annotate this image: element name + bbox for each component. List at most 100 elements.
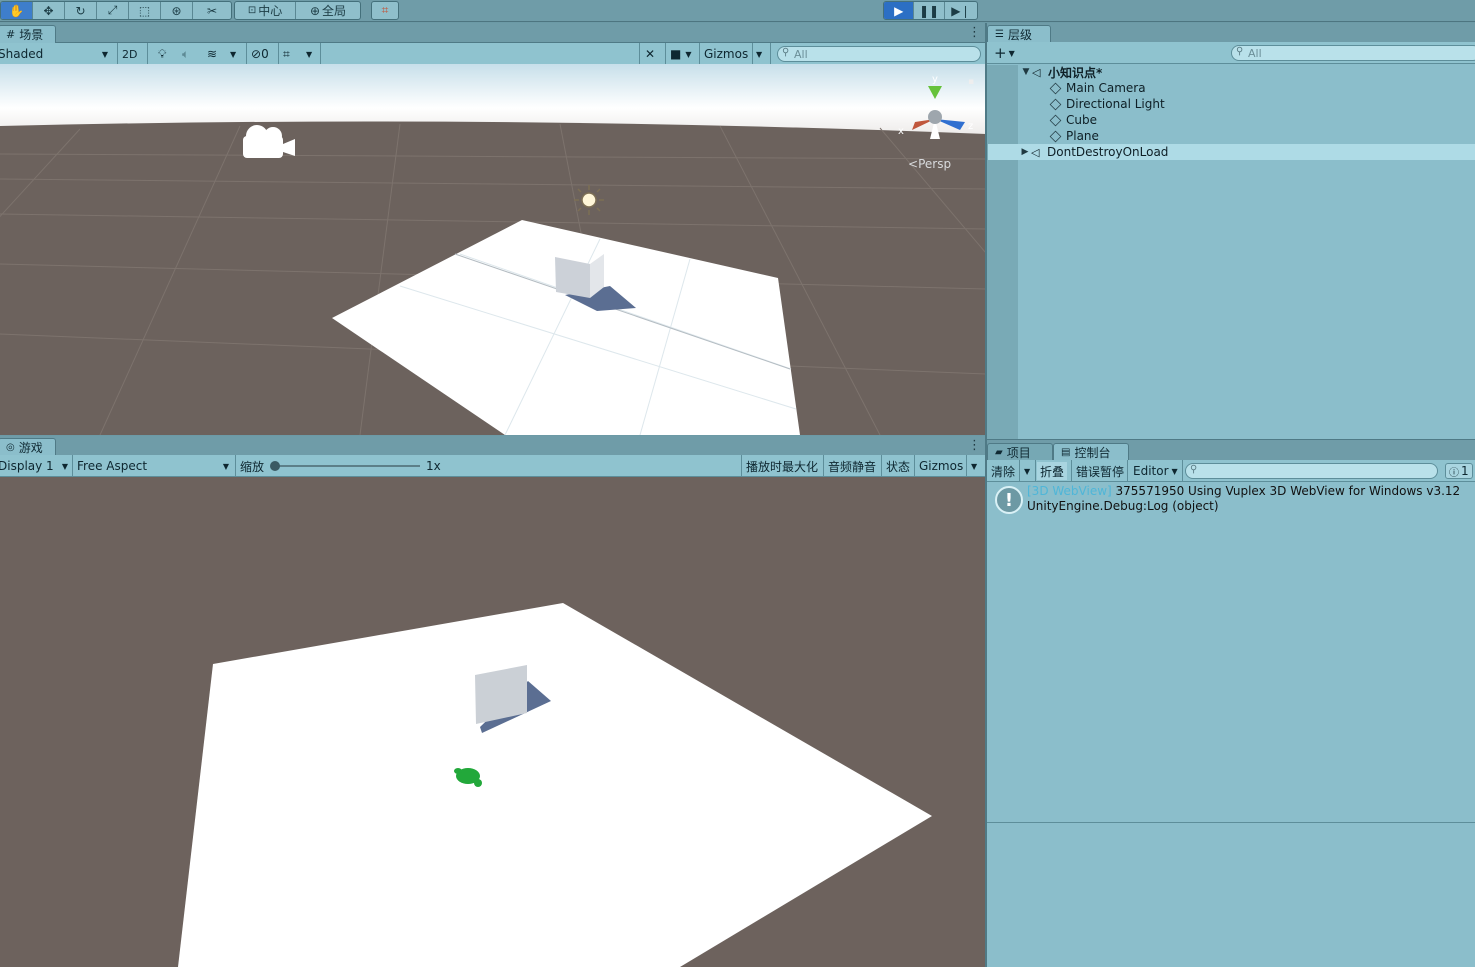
collapsed-arrow-icon[interactable]: ▶ bbox=[1019, 147, 1031, 157]
chevron-down-icon: ▼ bbox=[101, 49, 108, 59]
console-panel: ▰ 项目 ▤ 控制台 清除 ▼ 折叠 错误暂停 Editor▼ ⓘ1 ! [3D… bbox=[987, 439, 1475, 967]
play-icon[interactable]: ▶ bbox=[884, 2, 915, 19]
display-dropdown[interactable]: Display 1 ▼ bbox=[0, 457, 71, 475]
shading-mode-dropdown[interactable]: Shaded ▼ bbox=[0, 45, 112, 63]
console-icon: ▤ bbox=[1061, 447, 1071, 458]
grid-toggle-icon[interactable]: ⌗ bbox=[283, 45, 290, 63]
hand-tool-icon[interactable]: ✋ bbox=[1, 2, 33, 19]
pivot-center-button[interactable]: ⊡ 中心 bbox=[235, 2, 297, 19]
game-viewport[interactable] bbox=[0, 477, 986, 967]
effects-dropdown-icon[interactable]: ▼ bbox=[230, 45, 236, 63]
hierarchy-scene-row[interactable]: ▼ ◁ 小知识点* bbox=[988, 64, 1475, 80]
aspect-dropdown[interactable]: Free Aspect ▼ bbox=[77, 457, 232, 475]
camera-settings-icon[interactable]: ■ ▼ bbox=[670, 45, 692, 63]
log-stacktrace: UnityEngine.Debug:Log (object) bbox=[1027, 499, 1219, 513]
gamepad-icon: ◎ bbox=[6, 442, 15, 453]
gameobject-icon bbox=[1049, 82, 1062, 94]
gameobject-icon bbox=[1049, 130, 1062, 142]
info-count-toggle[interactable]: ⓘ 1 bbox=[1445, 463, 1473, 479]
svg-text:y: y bbox=[932, 74, 938, 85]
console-log-entry[interactable]: ! [3D WebView] 375571950 Using Vuplex 3D… bbox=[987, 483, 1475, 515]
rect-tool-icon[interactable]: ⬚ bbox=[129, 2, 161, 19]
console-detail-divider[interactable] bbox=[987, 822, 1475, 823]
game-panel-header: ◎ 游戏 ⋮ Display 1 ▼ Free Aspect ▼ 缩放 1x 播… bbox=[0, 436, 986, 478]
grid-dropdown-icon[interactable]: ▼ bbox=[306, 45, 312, 63]
gizmos-dropdown[interactable]: Gizmos bbox=[704, 45, 748, 63]
hierarchy-tabbar: ☰ 层级 bbox=[987, 23, 1475, 43]
hierarchy-item-directional-light[interactable]: Directional Light bbox=[988, 96, 1475, 112]
tab-project[interactable]: ▰ 项目 bbox=[987, 443, 1053, 461]
hierarchy-toolbar: +▼ All bbox=[987, 42, 1475, 64]
lock-icon[interactable]: ▪ bbox=[968, 77, 974, 87]
expanded-arrow-icon[interactable]: ▼ bbox=[1020, 67, 1032, 77]
toggle-2d-button[interactable]: 2D bbox=[122, 45, 137, 63]
global-local-button[interactable]: ⊕ 全局 bbox=[296, 2, 360, 19]
game-toolbar: Display 1 ▼ Free Aspect ▼ 缩放 1x 播放时最大化 音… bbox=[0, 455, 986, 477]
list-icon: ☰ bbox=[995, 29, 1004, 40]
scale-slider-thumb[interactable] bbox=[270, 461, 280, 471]
audio-toggle-icon[interactable]: 🔈︎ bbox=[182, 45, 189, 63]
svg-text:z: z bbox=[968, 121, 973, 132]
pause-icon[interactable]: ❚❚ bbox=[914, 2, 945, 19]
scene-tabbar: # 场景 ⋮ bbox=[0, 23, 986, 43]
error-pause-toggle[interactable]: 错误暂停 bbox=[1076, 462, 1124, 480]
add-icon[interactable]: + ▼ bbox=[994, 44, 1015, 62]
persp-label[interactable]: <Persp bbox=[908, 157, 951, 171]
pivot-toggles: ⊡ 中心 ⊕ 全局 bbox=[234, 1, 361, 20]
hierarchy-ddol-row[interactable]: ▶ ◁ DontDestroyOnLoad bbox=[988, 144, 1475, 160]
mute-audio-toggle[interactable]: 音频静音 bbox=[828, 457, 876, 475]
console-search-input[interactable] bbox=[1185, 463, 1438, 479]
clear-options-icon[interactable]: ▼ bbox=[1024, 462, 1030, 480]
game-gizmos-dropdown[interactable]: Gizmos bbox=[919, 457, 963, 475]
rotate-tool-icon[interactable]: ↻ bbox=[65, 2, 97, 19]
game-menu-icon[interactable]: ⋮ bbox=[968, 438, 981, 453]
tab-console[interactable]: ▤ 控制台 bbox=[1053, 443, 1129, 461]
scale-slider[interactable] bbox=[272, 465, 420, 467]
lighting-toggle-icon[interactable]: 💡︎ bbox=[158, 45, 166, 63]
log-message: [3D WebView] 375571950 Using Vuplex 3D W… bbox=[1027, 484, 1461, 498]
svg-text:x: x bbox=[898, 126, 904, 137]
scale-tool-icon[interactable]: ⤢ bbox=[97, 2, 129, 19]
playmode-controls: ▶ ❚❚ ▶❘ bbox=[883, 1, 978, 20]
grid-icon: # bbox=[6, 28, 16, 41]
hierarchy-item-plane[interactable]: Plane bbox=[988, 128, 1475, 144]
step-icon[interactable]: ▶❘ bbox=[945, 2, 977, 19]
clear-button[interactable]: 清除 bbox=[991, 462, 1015, 480]
info-message-icon: ! bbox=[995, 486, 1023, 514]
scene-toolbar: Shaded ▼ 2D 💡︎ 🔈︎ ≋ ▼ ⊘ 0 ⌗ ▼ ✕ ■ ▼ Gizmos… bbox=[0, 43, 986, 65]
tab-game[interactable]: ◎ 游戏 bbox=[0, 438, 56, 456]
collapse-toggle[interactable]: 折叠 bbox=[1037, 462, 1068, 480]
scene-panel-header: # 场景 ⋮ Shaded ▼ 2D 💡︎ 🔈︎ ≋ ▼ ⊘ 0 ⌗ ▼ ✕ ■ ▼… bbox=[0, 23, 986, 65]
maximize-on-play-toggle[interactable]: 播放时最大化 bbox=[746, 457, 818, 475]
eye-slash-icon: ⊘ bbox=[251, 47, 262, 61]
scene-search-input[interactable]: All bbox=[777, 46, 981, 62]
pivot-icon: ⊡ bbox=[247, 5, 257, 16]
transform-tool-icon[interactable]: ⊛ bbox=[161, 2, 193, 19]
hidden-objects-toggle[interactable]: ⊘ 0 bbox=[251, 45, 269, 63]
info-icon: ⓘ bbox=[1449, 467, 1459, 479]
hierarchy-item-main-camera[interactable]: Main Camera bbox=[988, 80, 1475, 96]
custom-tool-icon[interactable]: ✂ bbox=[193, 2, 231, 19]
folder-icon: ▰ bbox=[995, 447, 1003, 458]
game-gizmos-chevron-icon[interactable]: ▼ bbox=[971, 457, 977, 475]
tab-scene[interactable]: # 场景 bbox=[0, 25, 56, 43]
sun-light-icon bbox=[574, 185, 604, 215]
hierarchy-search-input[interactable]: All bbox=[1231, 45, 1475, 61]
console-toolbar: 清除 ▼ 折叠 错误暂停 Editor▼ ⓘ1 bbox=[987, 460, 1475, 482]
editor-dropdown[interactable]: Editor ▼ bbox=[1133, 462, 1178, 480]
move-tool-icon[interactable]: ✥ bbox=[33, 2, 65, 19]
console-tabbar: ▰ 项目 ▤ 控制台 bbox=[987, 439, 1475, 461]
gameobject-icon bbox=[1049, 98, 1062, 110]
scene-viewport[interactable]: y x z ▪ <Persp bbox=[0, 64, 986, 435]
globe-icon: ⊕ bbox=[309, 3, 321, 18]
tools-icon[interactable]: ✕ bbox=[645, 45, 655, 63]
grid-snap-icon[interactable]: ⌗ bbox=[372, 2, 398, 19]
effects-toggle-icon[interactable]: ≋ bbox=[207, 45, 217, 63]
chevron-down-icon: ▼ bbox=[222, 461, 229, 471]
hierarchy-item-cube[interactable]: Cube bbox=[988, 112, 1475, 128]
stats-toggle[interactable]: 状态 bbox=[886, 457, 910, 475]
tab-hierarchy[interactable]: ☰ 层级 bbox=[987, 25, 1051, 43]
scene-menu-icon[interactable]: ⋮ bbox=[968, 25, 981, 40]
gizmos-chevron-icon[interactable]: ▼ bbox=[756, 45, 762, 63]
chevron-down-icon: ▼ bbox=[61, 461, 68, 471]
